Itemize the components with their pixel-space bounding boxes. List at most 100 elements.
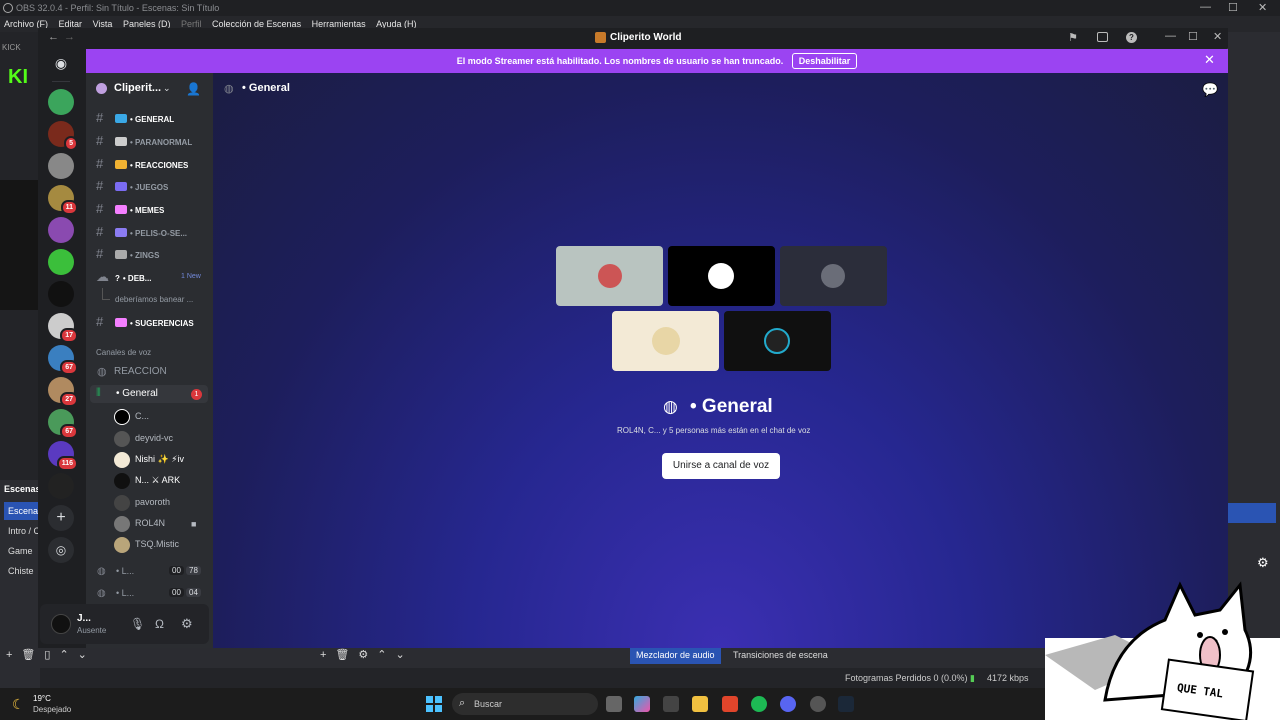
headphones-icon[interactable]: Ω — [155, 617, 164, 631]
spotify-icon[interactable] — [751, 696, 767, 712]
voice-category[interactable]: Canales de voz — [96, 348, 151, 357]
channel-pelis[interactable]: # • PELIS-O-SE... — [96, 222, 208, 242]
voice-user[interactable]: TSQ.Mistic — [114, 535, 179, 553]
tab-audio-mixer[interactable]: Mezclador de audio — [630, 646, 721, 664]
disable-streamer-button[interactable]: Deshabilitar — [791, 53, 858, 69]
forward-arrow-icon[interactable]: → — [64, 31, 75, 43]
voice-participant-tile[interactable] — [724, 311, 831, 371]
scene-item[interactable]: Intro / C — [4, 522, 40, 540]
settings-gear-icon[interactable]: ⚙ — [181, 616, 193, 632]
windows-start-icon[interactable] — [426, 696, 442, 712]
discord-minimize-icon[interactable]: — — [1165, 30, 1176, 42]
server-badge: 17 — [60, 328, 78, 343]
scenes-header: Escenas — [4, 484, 41, 494]
discord-close-icon[interactable]: ✕ — [1213, 30, 1222, 43]
voice-channel-extra[interactable]: • L... — [116, 566, 134, 576]
banner-close-icon[interactable]: ✕ — [1204, 52, 1215, 68]
obs-right-panels — [1228, 32, 1280, 664]
guild-name[interactable]: Cliperit... — [114, 82, 161, 94]
weather-temp[interactable]: 19°C — [33, 694, 51, 703]
discord-taskbar-icon[interactable] — [780, 696, 796, 712]
channel-zings[interactable]: # • ZINGS — [96, 244, 208, 264]
voice-participant-tile[interactable] — [780, 246, 887, 306]
explorer-icon[interactable] — [692, 696, 708, 712]
bongo-cat-overlay: QUE TAL — [1045, 581, 1280, 720]
server-icon[interactable] — [48, 281, 74, 307]
weather-desc[interactable]: Despejado — [33, 705, 71, 714]
voice-user[interactable]: pavoroth — [114, 493, 170, 511]
voice-user[interactable]: C... — [114, 407, 149, 425]
server-icon[interactable] — [48, 249, 74, 275]
join-voice-button[interactable]: Unirse a canal de voz — [662, 453, 780, 479]
add-member-icon[interactable]: 👤 — [186, 82, 201, 96]
obs-title-bar: OBS 32.0.4 - Perfil: Sin Título - Escena… — [0, 0, 1280, 16]
server-icon[interactable] — [48, 217, 74, 243]
server-icon[interactable]: 67 — [48, 345, 78, 375]
discord-home-icon[interactable]: ◉ — [50, 52, 72, 74]
brave-icon[interactable] — [722, 696, 738, 712]
server-icon[interactable]: 5 — [48, 121, 78, 151]
inbox-icon[interactable] — [1097, 32, 1108, 42]
scene-item[interactable]: Chiste — [4, 562, 40, 580]
username[interactable]: J... — [77, 613, 91, 624]
scene-item[interactable]: Game — [4, 542, 40, 560]
voice-user[interactable]: deyvid-vc — [114, 429, 173, 447]
server-icon — [595, 32, 606, 43]
obs-taskbar-icon[interactable] — [810, 696, 826, 712]
server-icon[interactable] — [48, 473, 74, 499]
voice-participant-tile[interactable] — [556, 246, 663, 306]
voice-user[interactable]: Nishi ✨ ⚡iv — [114, 450, 184, 468]
server-icon[interactable]: 11 — [48, 185, 78, 215]
voice-participant-tile[interactable] — [612, 311, 719, 371]
voice-participant-tile[interactable] — [668, 246, 775, 306]
server-icon[interactable]: 67 — [48, 409, 78, 439]
thread-connector — [102, 288, 110, 300]
signal-icon: ▮ — [970, 673, 975, 683]
obs-logo-icon — [3, 3, 13, 13]
scene-item[interactable]: Escena — [4, 502, 40, 520]
avatar[interactable] — [51, 614, 71, 634]
discover-icon[interactable]: ◎ — [48, 537, 74, 563]
inbox-flag-icon[interactable]: ⚑ — [1068, 31, 1078, 44]
channel-juegos[interactable]: # • JUEGOS — [96, 176, 208, 196]
server-icon[interactable] — [48, 89, 74, 115]
back-arrow-icon[interactable]: ← — [48, 31, 59, 43]
channel-memes[interactable]: # • MEMES — [96, 199, 208, 219]
server-icon[interactable] — [48, 153, 74, 179]
steam-icon[interactable] — [838, 696, 854, 712]
channel-general[interactable]: # • GENERAL — [96, 108, 208, 128]
copilot-icon[interactable] — [634, 696, 650, 712]
channel-sugerencias[interactable]: # • SUGERENCIAS — [96, 312, 208, 332]
voice-user[interactable]: N... ⚔ ARK — [114, 471, 180, 489]
channel-paranormal[interactable]: # • PARANORMAL — [96, 131, 208, 151]
obs-close-icon[interactable]: ✕ — [1258, 1, 1267, 14]
obs-right-selected[interactable] — [1228, 503, 1276, 523]
tab-transitions[interactable]: Transiciones de escena — [727, 646, 834, 664]
server-icon[interactable]: 27 — [48, 377, 78, 407]
server-icon[interactable]: 17 — [48, 313, 78, 343]
discord-maximize-icon[interactable]: ☐ — [1188, 30, 1198, 43]
server-icon[interactable]: 116 — [48, 441, 78, 471]
obs-gear-icon[interactable]: ⚙ — [1257, 555, 1269, 571]
voice-channel-reaccion[interactable]: REACCION — [114, 366, 167, 377]
store-icon[interactable] — [663, 696, 679, 712]
thread-item[interactable]: deberíamos banear ... — [115, 295, 193, 304]
voice-channel-extra[interactable]: • L... — [116, 588, 134, 598]
avatar — [708, 263, 734, 289]
help-icon[interactable]: ? — [1126, 32, 1137, 43]
obs-minimize-icon[interactable]: — — [1200, 1, 1211, 13]
voice-channel-general[interactable]: • General — [116, 388, 158, 399]
add-server-icon[interactable]: + — [48, 505, 74, 531]
source-toolbar-icons[interactable]: +🗑⚙⌃⌄ — [320, 648, 414, 661]
microphone-icon[interactable]: 🎙 — [130, 617, 145, 631]
channel-reacciones[interactable]: # • REACCIONES — [96, 154, 208, 174]
obs-maximize-icon[interactable]: ☐ — [1228, 1, 1238, 14]
voice-user[interactable]: ROL4N — [114, 514, 165, 532]
task-view-icon[interactable] — [606, 696, 622, 712]
chevron-down-icon[interactable]: ⌄ — [163, 83, 171, 94]
taskbar-search[interactable]: Buscar — [452, 693, 598, 715]
kick-dock-title: KICK — [2, 43, 21, 52]
scene-toolbar-icons[interactable]: +🗑▯⌃⌄ — [6, 648, 96, 661]
voice-badge: 1 — [191, 389, 202, 400]
chat-bubble-icon[interactable]: 💬 — [1202, 82, 1218, 98]
